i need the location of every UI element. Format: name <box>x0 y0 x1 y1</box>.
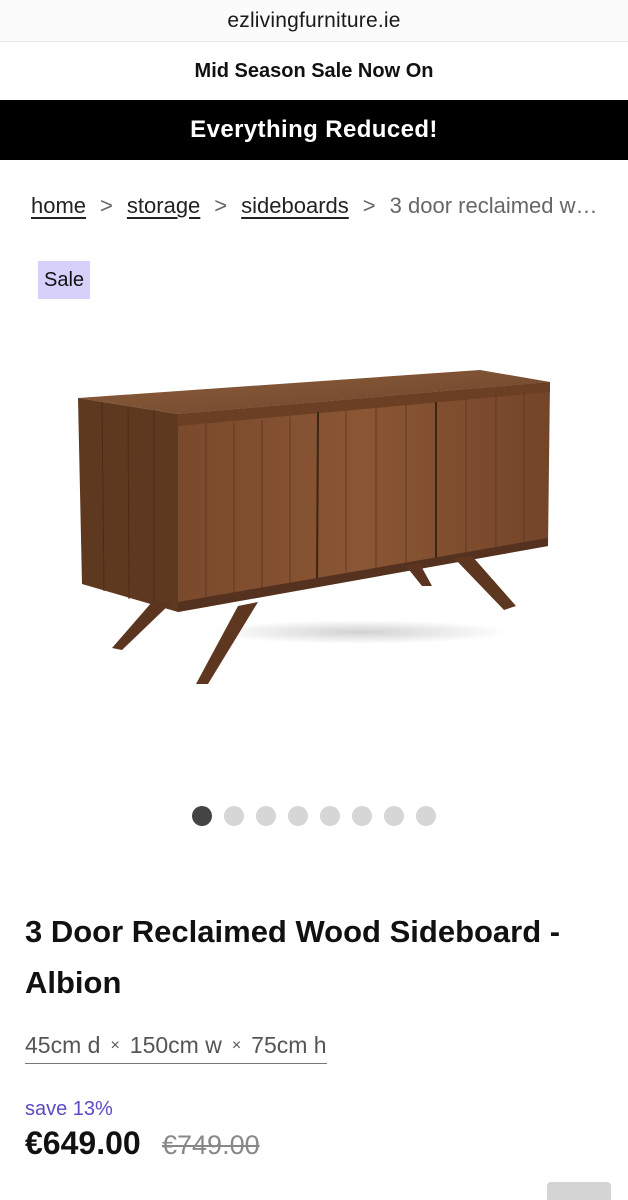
carousel-dot[interactable] <box>352 806 372 826</box>
promo-banner-reduced[interactable]: Everything Reduced! <box>0 100 628 160</box>
breadcrumb-separator: > <box>100 193 113 218</box>
breadcrumb-sideboards-link[interactable]: sideboards <box>241 193 349 219</box>
dimension-depth: 45cm d <box>25 1032 101 1058</box>
dimension-height: 75cm h <box>251 1032 327 1058</box>
breadcrumb-separator: > <box>362 193 376 218</box>
carousel-dot[interactable] <box>192 806 212 826</box>
dimension-separator: × <box>110 1036 120 1054</box>
promo-sale-text: Mid Season Sale Now On <box>194 59 434 82</box>
carousel-dot[interactable] <box>384 806 404 826</box>
promo-banner-sale[interactable]: Mid Season Sale Now On <box>0 42 628 100</box>
save-percentage: save 13% <box>25 1098 113 1120</box>
original-price: €749.00 <box>162 1130 260 1160</box>
carousel-dot[interactable] <box>224 806 244 826</box>
product-dimensions-link[interactable]: 45cm d × 150cm w × 75cm h <box>25 1030 327 1064</box>
floating-action-button[interactable] <box>547 1182 611 1200</box>
breadcrumb-current: 3 door reclaimed wood sideboard - albion <box>389 193 601 218</box>
product-title: 3 Door Reclaimed Wood Sideboard - Albion <box>25 914 561 1000</box>
breadcrumb-storage-link[interactable]: storage <box>127 193 200 219</box>
promo-reduced-text: Everything Reduced! <box>190 116 438 143</box>
browser-url-bar[interactable]: ezlivingfurniture.ie <box>0 0 628 42</box>
sideboard-illustration <box>78 370 550 684</box>
carousel-dot[interactable] <box>320 806 340 826</box>
carousel-dot[interactable] <box>416 806 436 826</box>
breadcrumb-home-link[interactable]: home <box>31 193 86 219</box>
image-carousel-dots <box>192 806 436 826</box>
sale-badge: Sale <box>38 261 90 299</box>
product-image[interactable] <box>60 340 570 720</box>
breadcrumb-separator: > <box>214 193 228 218</box>
carousel-dot[interactable] <box>256 806 276 826</box>
dimension-separator: × <box>231 1036 242 1054</box>
breadcrumb: home > storage > sideboards > 3 door rec… <box>31 186 601 226</box>
current-price: €649.00 <box>25 1125 141 1161</box>
carousel-dot[interactable] <box>288 806 308 826</box>
url-text: ezlivingfurniture.ie <box>227 8 401 32</box>
dimension-width: 150cm w <box>129 1032 222 1058</box>
